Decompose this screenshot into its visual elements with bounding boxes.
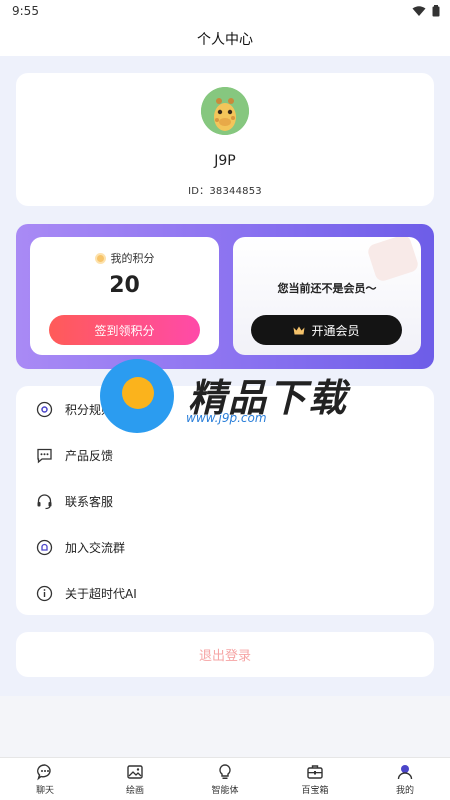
points-value: 20 xyxy=(109,273,140,298)
open-vip-label: 开通会员 xyxy=(311,323,360,338)
tab-label: 智能体 xyxy=(211,785,239,796)
status-icons xyxy=(412,5,440,17)
headset-icon xyxy=(36,493,53,510)
settings-menu: 积分规则 产品反馈 联系客服 加入交流群 关于超时代AI xyxy=(16,386,434,615)
giraffe-avatar-icon xyxy=(201,87,249,135)
points-vip-banner: 我的积分 20 签到领积分 您当前还不是会员～ 开通会员 xyxy=(16,224,434,369)
menu-item-label: 联系客服 xyxy=(65,494,114,509)
menu-item-about[interactable]: 关于超时代AI xyxy=(16,570,434,616)
tab-label: 百宝箱 xyxy=(301,785,329,796)
vip-decoration-icon xyxy=(366,237,420,283)
user-id: ID：38344853 xyxy=(188,186,262,197)
menu-item-label: 加入交流群 xyxy=(65,540,126,555)
vip-status-text: 您当前还不是会员～ xyxy=(277,282,377,295)
menu-item-label: 产品反馈 xyxy=(65,448,114,463)
chat-icon xyxy=(36,447,53,464)
crown-icon xyxy=(293,326,305,334)
points-title: 我的积分 xyxy=(30,250,219,266)
points-card: 我的积分 20 签到领积分 xyxy=(30,237,219,355)
gear-icon xyxy=(36,401,53,418)
vip-card: 您当前还不是会员～ 开通会员 xyxy=(233,237,421,355)
menu-item-feedback[interactable]: 产品反馈 xyxy=(16,432,434,478)
menu-item-label: 关于超时代AI xyxy=(65,586,137,601)
username: J9P xyxy=(214,153,236,169)
sign-in-points-button[interactable]: 签到领积分 xyxy=(49,315,200,345)
tab-label: 我的 xyxy=(395,785,414,796)
menu-item-join-group[interactable]: 加入交流群 xyxy=(16,524,434,570)
image-icon xyxy=(127,764,143,779)
open-vip-button[interactable]: 开通会员 xyxy=(251,315,402,345)
group-icon xyxy=(36,539,53,556)
user-icon xyxy=(397,764,413,779)
avatar[interactable] xyxy=(201,87,249,135)
menu-item-label: 积分规则 xyxy=(65,402,114,417)
lightbulb-icon xyxy=(219,763,231,779)
logout-button[interactable]: 退出登录 xyxy=(16,632,434,677)
page-header: 个人中心 xyxy=(0,22,450,56)
bottom-tab-bar: 聊天 绘画 智能体 百宝箱 我的 xyxy=(0,757,450,800)
menu-item-points-rules[interactable]: 积分规则 xyxy=(16,386,434,432)
tab-drawing[interactable]: 绘画 xyxy=(90,758,180,800)
menu-item-customer-service[interactable]: 联系客服 xyxy=(16,478,434,524)
tab-label: 绘画 xyxy=(125,785,144,796)
page-title: 个人中心 xyxy=(197,32,253,48)
logout-label: 退出登录 xyxy=(198,649,251,664)
tab-agent[interactable]: 智能体 xyxy=(180,758,270,800)
wifi-icon xyxy=(412,5,426,16)
chat-icon xyxy=(37,763,51,780)
status-bar: 9:55 xyxy=(0,0,450,22)
coin-icon xyxy=(94,252,106,264)
tab-toolbox[interactable]: 百宝箱 xyxy=(270,758,360,800)
info-icon xyxy=(36,585,53,602)
toolbox-icon xyxy=(307,764,323,779)
tab-label: 聊天 xyxy=(35,785,54,796)
battery-icon xyxy=(432,5,440,17)
profile-card: J9P ID：38344853 xyxy=(16,73,434,206)
tab-chat[interactable]: 聊天 xyxy=(0,758,90,800)
status-time: 9:55 xyxy=(12,4,39,18)
tab-mine[interactable]: 我的 xyxy=(360,758,450,800)
points-label: 我的积分 xyxy=(110,252,155,265)
